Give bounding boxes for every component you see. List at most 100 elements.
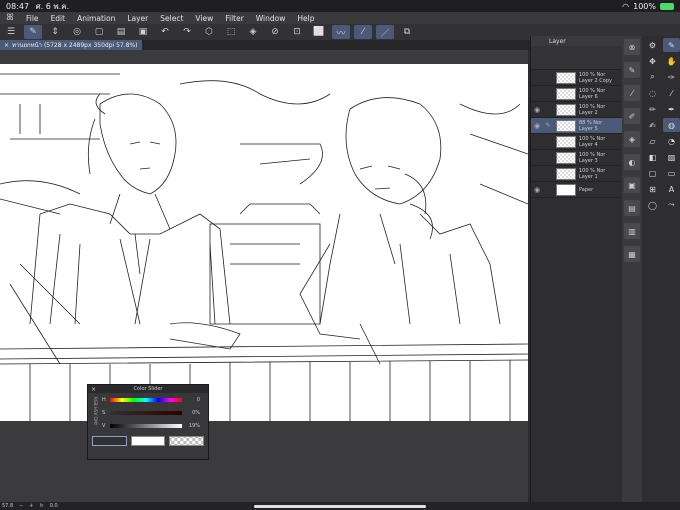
menu-edit[interactable]: Edit xyxy=(45,14,72,23)
hue-slider[interactable] xyxy=(110,397,182,402)
undo-icon[interactable]: ↶ xyxy=(156,25,174,39)
gradient-icon[interactable]: ▨ xyxy=(663,150,680,164)
clear-icon[interactable]: ⬡ xyxy=(200,25,218,39)
saturation-slider-row[interactable]: S 0% xyxy=(88,406,208,419)
layer-controls[interactable] xyxy=(531,46,622,70)
selection-icon[interactable]: ⬜ xyxy=(310,25,328,39)
hand-tool-icon[interactable]: ✋ xyxy=(663,54,680,68)
menu-help[interactable]: Help xyxy=(291,14,320,23)
canvas-tab[interactable]: × ทานยกหน้า (5728 x 2489px 350dpi 57.8%) xyxy=(0,40,142,50)
history-icon[interactable]: ▥ xyxy=(624,223,640,239)
brush-size-icon[interactable]: ✎ xyxy=(24,25,42,39)
eyedropper-icon[interactable]: ⁄ xyxy=(663,86,680,100)
blend-icon[interactable]: ◔ xyxy=(663,134,680,148)
brush-icon[interactable]: ✍ xyxy=(644,118,661,132)
panel-list-icon[interactable]: ▦ xyxy=(624,246,640,262)
hue-value[interactable]: 0 xyxy=(186,397,200,403)
layer-item[interactable]: 100 % Nor Layer 4 xyxy=(531,134,622,150)
hue-slider-row[interactable]: H 0 xyxy=(88,393,208,406)
sub-tool-icon[interactable]: ⁄ xyxy=(624,85,640,101)
menu-animation[interactable]: Animation xyxy=(71,14,121,23)
pen-tool-icon[interactable]: ✎ xyxy=(663,38,680,52)
close-tab-icon[interactable]: × xyxy=(4,42,9,49)
menu-file[interactable]: File xyxy=(20,14,45,23)
deselect-icon[interactable]: ⊘ xyxy=(266,25,284,39)
canvas-area[interactable]: × Color Slider RGB HSV CMY H 0 S 0% V 19… xyxy=(0,50,528,502)
transform-icon[interactable]: ⬚ xyxy=(222,25,240,39)
layer-item[interactable]: 100 % Nor Layer 6 xyxy=(531,86,622,102)
tool-settings-icon[interactable]: ⚙ xyxy=(644,38,661,52)
sub-color-swatch[interactable] xyxy=(130,436,166,446)
selection-pen-icon[interactable]: ✑ xyxy=(663,70,680,84)
menu-filter[interactable]: Filter xyxy=(219,14,250,23)
clip-icon[interactable]: ◎ xyxy=(68,25,86,39)
app-logo-icon[interactable]: ꕤ xyxy=(0,13,20,23)
layer-item[interactable]: 100 % Nor Layer 3 xyxy=(531,150,622,166)
zoom-out-icon[interactable]: − xyxy=(19,503,23,509)
zoom-value[interactable]: 57.8 xyxy=(2,503,13,509)
close-icon[interactable]: × xyxy=(91,386,96,393)
layer-panel-header[interactable]: Layer xyxy=(531,36,622,46)
value-slider[interactable] xyxy=(110,423,182,428)
figure-icon[interactable]: ▢ xyxy=(644,166,661,180)
new-canvas-icon[interactable]: ▢ xyxy=(90,25,108,39)
home-indicator[interactable] xyxy=(254,505,426,508)
layer-palette-icon[interactable]: ◈ xyxy=(624,131,640,147)
open-icon[interactable]: ▤ xyxy=(112,25,130,39)
color-mode-tabs[interactable]: RGB HSV CMY xyxy=(90,397,98,425)
invert-icon[interactable]: ⊡ xyxy=(288,25,306,39)
eraser-icon[interactable]: ▱ xyxy=(644,134,661,148)
pencil-icon[interactable]: ✏ xyxy=(644,102,661,116)
value-slider-row[interactable]: V 19% xyxy=(88,419,208,432)
saturation-slider[interactable] xyxy=(110,410,182,415)
navigator-icon[interactable]: ▣ xyxy=(624,177,640,193)
drawing-canvas[interactable] xyxy=(0,64,528,421)
fill-tool-icon[interactable]: ◧ xyxy=(644,150,661,164)
visibility-icon[interactable]: ◉ xyxy=(531,186,543,194)
snap-icon[interactable]: ⧉ xyxy=(398,25,416,39)
color-palette-icon[interactable]: ◐ xyxy=(624,154,640,170)
layer-item-paper[interactable]: ◉ Paper xyxy=(531,182,622,198)
rotate-icon[interactable]: ↻ xyxy=(40,503,44,509)
visibility-icon[interactable]: ◉ xyxy=(531,106,543,114)
stabilizer-icon[interactable]: 〰 xyxy=(332,25,350,39)
layer-item-selected[interactable]: ◉ ✎ 88 % Nor Layer 5 xyxy=(531,118,622,134)
pen-icon[interactable]: ✒ xyxy=(663,102,680,116)
airbrush-icon[interactable]: ◍ xyxy=(663,118,680,132)
text-tool-icon[interactable]: A xyxy=(663,182,680,196)
hamburger-icon[interactable]: ☰ xyxy=(2,25,20,39)
material-icon[interactable]: ▤ xyxy=(624,200,640,216)
brush-palette-icon[interactable]: ✎ xyxy=(624,62,640,78)
main-color-swatch[interactable] xyxy=(92,436,127,446)
ruler-tool-icon[interactable]: ⊞ xyxy=(644,182,661,196)
saturation-value[interactable]: 0% xyxy=(186,410,200,416)
menu-select[interactable]: Select xyxy=(154,14,189,23)
save-icon[interactable]: ▣ xyxy=(134,25,152,39)
value-value[interactable]: 19% xyxy=(186,423,200,429)
color-slider-titlebar[interactable]: × Color Slider xyxy=(88,385,208,393)
move-tool-icon[interactable]: ✥ xyxy=(644,54,661,68)
transparent-swatch[interactable] xyxy=(169,436,205,446)
menu-window[interactable]: Window xyxy=(250,14,292,23)
balloon-icon[interactable]: ◯ xyxy=(644,198,661,212)
zoom-in-icon[interactable]: + xyxy=(29,503,33,509)
correct-line-icon[interactable]: ⤳ xyxy=(663,198,680,212)
stroke-icon[interactable]: ⁄ xyxy=(354,25,372,39)
layer-item[interactable]: 100 % Nor Layer 1 xyxy=(531,166,622,182)
fill-icon[interactable]: ◈ xyxy=(244,25,262,39)
ruler-icon[interactable]: ／ xyxy=(376,25,394,39)
lasso-icon[interactable]: ◌ xyxy=(644,86,661,100)
layer-item[interactable]: ◉ 100 % Nor Layer 2 xyxy=(531,102,622,118)
redo-icon[interactable]: ↷ xyxy=(178,25,196,39)
stepper-icon[interactable]: ⇕ xyxy=(46,25,64,39)
menu-layer[interactable]: Layer xyxy=(121,14,154,23)
frame-icon[interactable]: ▭ xyxy=(663,166,680,180)
color-slider-panel[interactable]: × Color Slider RGB HSV CMY H 0 S 0% V 19… xyxy=(87,384,209,460)
rotation-value[interactable]: 0.0 xyxy=(50,503,58,509)
close-panel-icon[interactable]: ⊗ xyxy=(624,39,640,55)
zoom-tool-icon[interactable]: ⌕ xyxy=(644,70,661,84)
menu-view[interactable]: View xyxy=(189,14,219,23)
pen-palette-icon[interactable]: ✐ xyxy=(624,108,640,124)
visibility-icon[interactable]: ◉ xyxy=(531,122,543,130)
layer-item[interactable]: 100 % Nor Layer 2 Copy xyxy=(531,70,622,86)
